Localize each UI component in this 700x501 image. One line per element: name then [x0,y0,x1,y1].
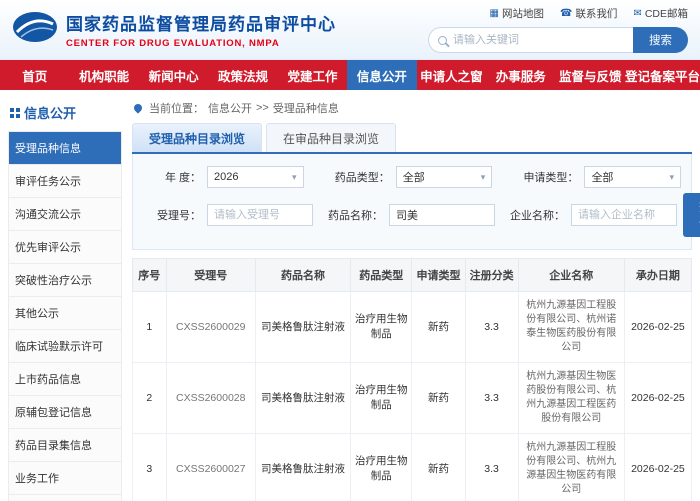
nav-party[interactable]: 党建工作 [278,60,347,90]
drug-type-label: 药品类型： [334,172,390,184]
nav-functions[interactable]: 机构职能 [69,60,138,90]
nav-services[interactable]: 办事服务 [486,60,555,90]
mail-icon: ✉ [633,8,642,19]
col-reg-class: 注册分类 [464,258,519,292]
catalog-tabs: 受理品种目录浏览 在审品种目录浏览 [132,123,692,154]
sidebar-item-excipient-registration[interactable]: 原辅包登记信息 [9,396,121,429]
contact-link[interactable]: ☎ 联系我们 [560,6,617,21]
apply-type-select[interactable]: 全部 ▾ [584,166,681,188]
drug-name-input[interactable] [389,204,495,226]
filter-panel: 年 度： 2026 ▾ 药品类型： 全部 ▾ 申请类型： 全部 ▾ 受理号： 请… [132,154,700,250]
acceptance-no-link[interactable]: CXSS2600027 [165,433,256,501]
nav-applicant-window[interactable]: 申请人之窗 [417,60,486,90]
col-date: 承办日期 [623,258,693,292]
site-header: 国家药品监督管理局药品审评中心 CENTER FOR DRUG EVALUATI… [0,0,700,60]
acceptance-no-label: 受理号： [157,210,201,222]
year-select[interactable]: 2026 ▾ [207,166,304,188]
results-table: 序号 受理号 药品名称 药品类型 申请类型 注册分类 企业名称 承办日期 1 C… [132,258,693,501]
sidebar-item-accepted-varieties[interactable]: 受理品种信息 [9,132,121,165]
nav-registration-platform[interactable]: 登记备案平台 [625,60,700,90]
sidebar-item-other-notices[interactable]: 其他公示 [9,297,121,330]
nav-info-disclosure[interactable]: 信息公开 [347,60,417,90]
sidebar-item-communication[interactable]: 沟通交流公示 [9,198,121,231]
nav-home[interactable]: 首页 [0,60,69,90]
table-row: 1 CXSS2600029 司美格鲁肽注射液 治疗用生物制品 新药 3.3 杭州… [132,291,693,363]
search-icon [438,35,447,45]
sidebar-item-breakthrough-therapy[interactable]: 突破性治疗公示 [9,264,121,297]
acceptance-no-link[interactable]: CXSS2600029 [165,291,256,363]
drug-name-label: 药品名称： [328,210,383,222]
table-row: 2 CXSS2600028 司美格鲁肽注射液 治疗用生物制品 新药 3.3 杭州… [132,362,693,434]
breadcrumb-section[interactable]: 信息公开 [208,100,252,116]
col-acceptance-no: 受理号 [165,258,256,292]
chevron-down-icon: ▾ [292,171,297,182]
location-pin-icon [132,102,144,114]
company-name-label: 企业名称： [510,210,565,222]
sitemap-link[interactable]: ▦ 网站地图 [490,6,544,21]
site-search-button[interactable]: 搜索 [633,27,688,53]
table-header-row: 序号 受理号 药品名称 药品类型 申请类型 注册分类 企业名称 承办日期 [132,258,693,292]
apply-type-label: 申请类型： [523,172,579,184]
cde-logo[interactable] [12,11,58,48]
cde-mail-link[interactable]: ✉ CDE邮箱 [633,6,688,21]
site-subtitle: CENTER FOR DRUG EVALUATION, NMPA [66,38,280,49]
col-drug-type: 药品类型 [349,258,413,292]
breadcrumb: 当前位置： 信息公开 >> 受理品种信息 [132,100,692,123]
sidebar-item-marketed-drugs[interactable]: 上市药品信息 [9,363,121,396]
sidebar-item-clinical-trial-approval[interactable]: 临床试验默示许可 [9,330,121,363]
chevron-down-icon: ▾ [480,171,486,182]
site-search: 搜索 [428,27,688,53]
acceptance-no-link[interactable]: CXSS2600028 [165,362,256,434]
sidebar: 信息公开 受理品种信息 审评任务公示 沟通交流公示 优先审评公示 突破性治疗公示… [8,100,122,501]
sidebar-title: 信息公开 [8,100,122,131]
tab-under-review-catalog[interactable]: 在审品种目录浏览 [266,123,397,152]
nav-policy[interactable]: 政策法规 [208,60,277,90]
table-row: 3 CXSS2600027 司美格鲁肽注射液 治疗用生物制品 新药 3.3 杭州… [132,433,693,501]
sidebar-item-priority-review[interactable]: 优先审评公示 [9,231,121,264]
acceptance-no-input[interactable] [207,204,313,226]
tab-accepted-catalog[interactable]: 受理品种目录浏览 [132,123,263,152]
col-company: 企业名称 [517,258,625,292]
nav-supervision[interactable]: 监督与反馈 [556,60,625,90]
sitemap-icon: ▦ [489,8,499,19]
chevron-down-icon: ▾ [669,171,674,182]
query-button[interactable]: 查询 [683,193,700,237]
site-titles: 国家药品监督管理局药品审评中心 CENTER FOR DRUG EVALUATI… [66,10,336,49]
sidebar-item-drug-catalog[interactable]: 药品目录集信息 [9,429,121,462]
sidebar-item-review-tasks[interactable]: 审评任务公示 [9,165,121,198]
breadcrumb-separator: >> [256,102,269,114]
utility-links: ▦ 网站地图 ☎ 联系我们 ✉ CDE邮箱 [490,6,688,21]
main-nav: 首页 机构职能 新闻中心 政策法规 党建工作 信息公开 申请人之窗 办事服务 监… [0,60,700,90]
year-label: 年 度： [164,172,201,184]
sidebar-item-business-work[interactable]: 业务工作 [9,462,121,495]
site-search-input[interactable] [453,34,624,46]
drug-type-select[interactable]: 全部 ▾ [395,166,493,188]
company-name-input[interactable] [571,204,677,226]
col-drug-name: 药品名称 [254,258,351,292]
col-apply-type: 申请类型 [411,258,466,292]
nav-news[interactable]: 新闻中心 [139,60,208,90]
breadcrumb-current: 受理品种信息 [272,103,339,115]
sidebar-item-conditional-approval[interactable]: 附条件批准品种 [9,495,121,501]
site-title: 国家药品监督管理局药品审评中心 [66,15,336,34]
col-index: 序号 [132,258,167,292]
phone-icon: ☎ [559,8,573,19]
grid-icon [10,108,14,112]
